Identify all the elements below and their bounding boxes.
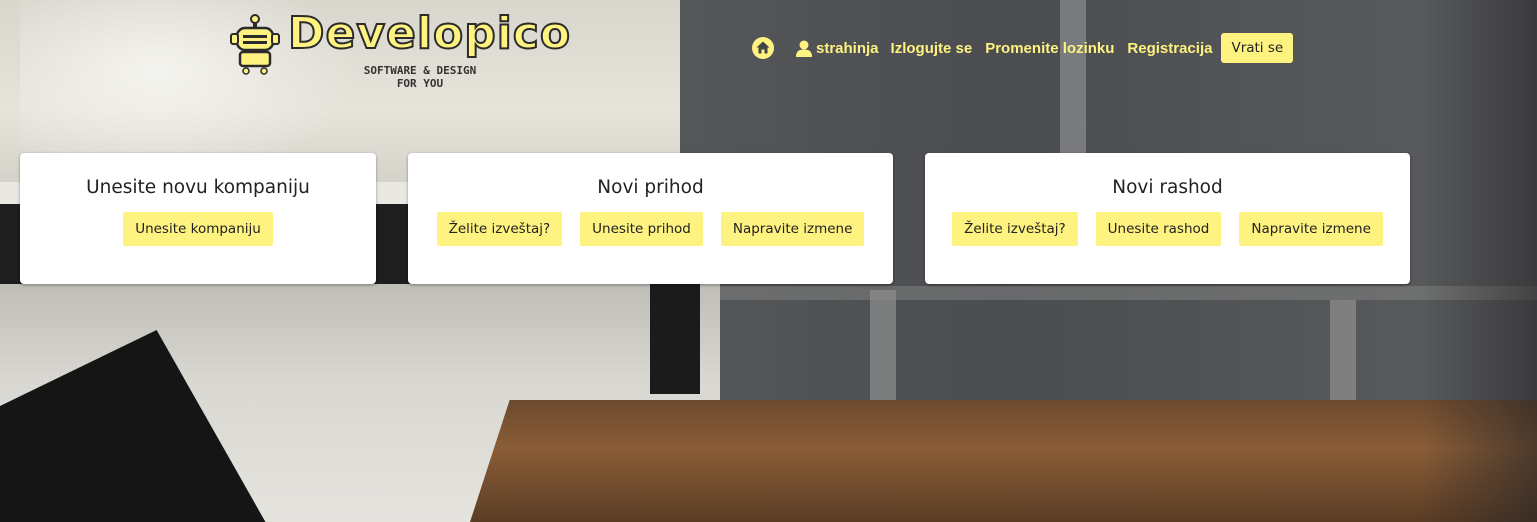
robot-icon bbox=[230, 14, 280, 75]
register-link[interactable]: Registracija bbox=[1127, 40, 1212, 57]
add-company-button[interactable]: Unesite kompaniju bbox=[123, 212, 273, 246]
edit-income-button[interactable]: Napravite izmene bbox=[720, 212, 865, 246]
back-button[interactable]: Vrati se bbox=[1221, 33, 1294, 63]
background-brick bbox=[700, 286, 1537, 300]
expense-card-actions: Želite izveštaj? Unesite rashod Napravit… bbox=[925, 212, 1410, 246]
expense-card: Novi rashod Želite izveštaj? Unesite ras… bbox=[925, 153, 1410, 284]
income-report-button[interactable]: Želite izveštaj? bbox=[436, 212, 563, 246]
company-card: Unesite novu kompaniju Unesite kompaniju bbox=[20, 153, 376, 284]
add-expense-button[interactable]: Unesite rashod bbox=[1095, 212, 1222, 246]
expense-card-title: Novi rashod bbox=[1112, 177, 1223, 198]
username-label: strahinja bbox=[816, 39, 879, 57]
page: Developico SOFTWARE & DESIGN FOR YOU str… bbox=[0, 0, 1537, 522]
brand-tagline: SOFTWARE & DESIGN FOR YOU bbox=[363, 64, 477, 90]
background-post bbox=[650, 284, 700, 394]
background-shadow bbox=[1420, 0, 1537, 522]
logout-link[interactable]: Izlogujte se bbox=[891, 40, 973, 57]
top-nav: strahinja Izlogujte se Promenite lozinku… bbox=[752, 30, 1294, 66]
user-icon bbox=[796, 40, 812, 57]
background-wood-table bbox=[470, 400, 1537, 522]
add-income-button[interactable]: Unesite prihod bbox=[580, 212, 703, 246]
company-card-title: Unesite novu kompaniju bbox=[86, 177, 310, 198]
background-brick bbox=[1060, 0, 1086, 160]
income-card: Novi prihod Želite izveštaj? Unesite pri… bbox=[408, 153, 893, 284]
income-card-actions: Želite izveštaj? Unesite prihod Napravit… bbox=[408, 212, 893, 246]
home-link[interactable] bbox=[752, 37, 774, 59]
income-card-title: Novi prihod bbox=[597, 177, 704, 198]
company-card-actions: Unesite kompaniju bbox=[20, 212, 376, 246]
home-icon bbox=[752, 37, 774, 59]
brand-name: Developico bbox=[287, 7, 572, 60]
change-password-link[interactable]: Promenite lozinku bbox=[985, 40, 1114, 57]
expense-report-button[interactable]: Želite izveštaj? bbox=[952, 212, 1078, 246]
user-profile-link[interactable]: strahinja bbox=[796, 40, 879, 57]
brand-logo[interactable]: Developico SOFTWARE & DESIGN FOR YOU bbox=[228, 7, 571, 100]
edit-expense-button[interactable]: Napravite izmene bbox=[1239, 212, 1383, 246]
